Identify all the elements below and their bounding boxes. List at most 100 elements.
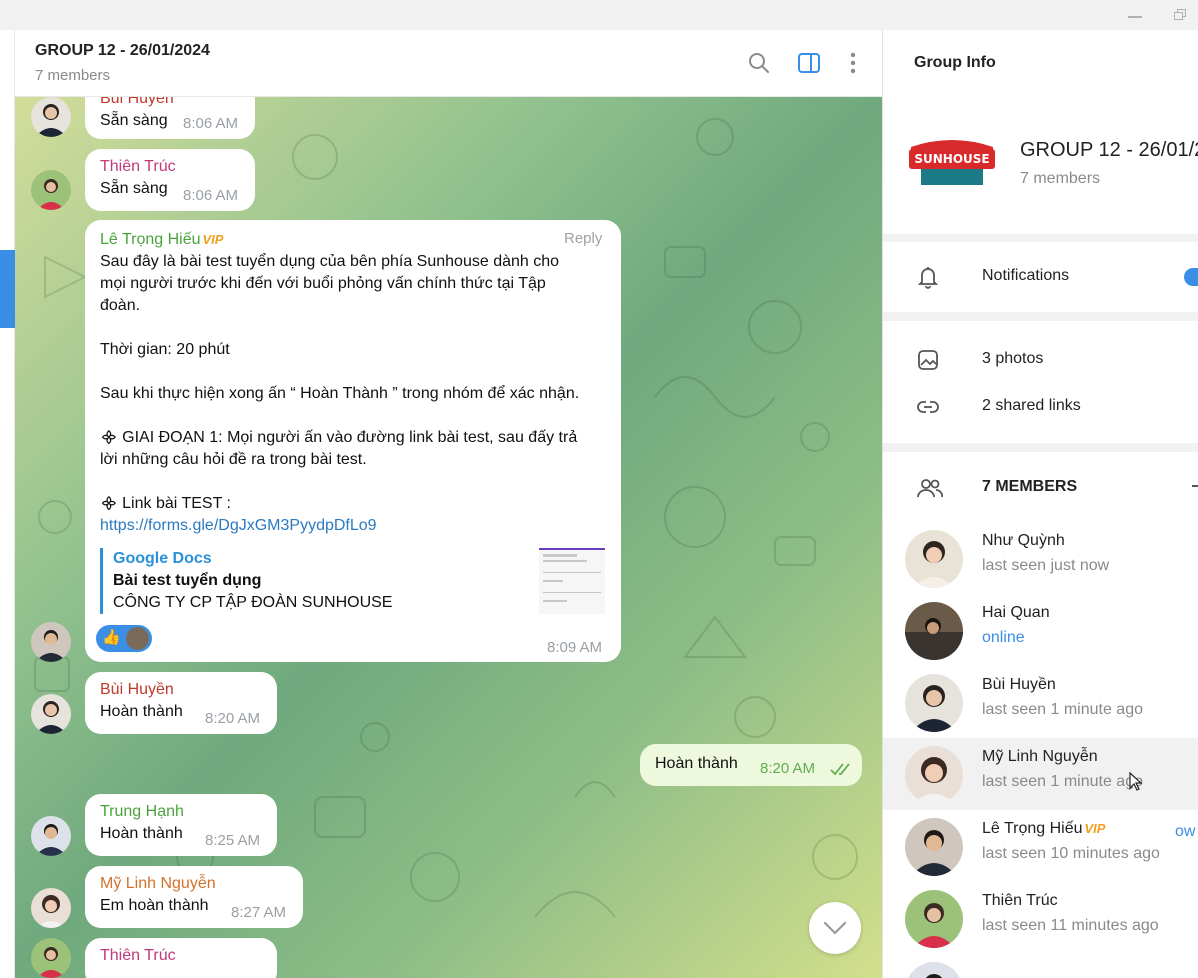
message-line: Thời gian: 20 phút [100, 341, 230, 358]
chat-header: GROUP 12 - 26/01/2024 7 members [15, 30, 882, 97]
window-title-bar [0, 0, 1198, 30]
message-sender[interactable]: Lê Trọng Hiếu VIP [100, 220, 606, 251]
preview-description: CÔNG TY CP TẬP ĐOÀN SUNHOUSE [113, 594, 393, 611]
message-line: Sau khi thực hiện xong ấn “ Hoàn Thành ”… [100, 385, 580, 402]
panel-title: Group Info [914, 54, 996, 71]
member-row[interactable]: Hai Quan online [883, 594, 1198, 666]
member-avatar [905, 530, 963, 588]
reply-button[interactable]: Reply [564, 230, 602, 247]
message-sender[interactable]: Thiên Trúc [100, 938, 262, 967]
message-time: 8:20 AM [760, 760, 816, 777]
message-bubble[interactable]: Lê Trọng Hiếu VIP Reply Sau đây là bài te… [85, 220, 621, 662]
thumbs-up-icon: 👍 [102, 629, 121, 646]
photos-link[interactable]: 3 photos [982, 350, 1043, 368]
member-row[interactable]: Lê Trọng Hiếu VIP last seen 10 minutes ag… [883, 810, 1198, 882]
member-avatar [905, 818, 963, 876]
member-name: Hai Quan [982, 604, 1050, 621]
message-sender[interactable]: Bùi Huyền [100, 672, 262, 701]
message-line [100, 471, 606, 493]
message-bubble[interactable]: Thiên Trúc Sẵn sàng 8:06 AM [85, 149, 255, 211]
member-status: last seen 1 minute ago [982, 773, 1143, 790]
form-link[interactable]: https://forms.gle/DgJxGM3PyydpDfLo9 [100, 515, 606, 537]
chat-member-count: 7 members [35, 67, 111, 84]
group-info-panel: Group Info SUNHOUSE GROUP 12 - 26/01/202… [882, 30, 1198, 978]
avatar[interactable] [31, 816, 71, 856]
chat-list-strip[interactable] [0, 30, 15, 978]
member-avatar [905, 674, 963, 732]
bell-icon [917, 267, 939, 289]
sidebar-toggle-icon[interactable] [796, 50, 822, 76]
message-sender[interactable]: Thiên Trúc [100, 149, 240, 178]
message-line: ᯽ Link bài TEST : [100, 495, 231, 512]
restore-icon[interactable] [1174, 9, 1186, 20]
member-name: Mỹ Linh Nguyễn [982, 748, 1098, 765]
notifications-label: Notifications [982, 267, 1070, 284]
message-time: 8:25 AM [205, 832, 261, 849]
members-section: 7 MEMBERS Như Quỳnh last seen just now H… [883, 452, 1198, 978]
message-time: 8:09 AM [547, 639, 603, 656]
vip-badge: VIP [1084, 821, 1106, 836]
shared-media-section: 3 photos 2 shared links [883, 321, 1198, 443]
members-header: 7 MEMBERS [982, 478, 1078, 495]
preview-title: Bài test tuyển dụng [113, 572, 262, 589]
member-status: last seen 10 minutes ago [982, 845, 1160, 862]
member-row[interactable]: Bùi Huyền last seen 1 minute ago [883, 666, 1198, 738]
notifications-row[interactable]: Notifications [883, 242, 1198, 312]
members-icon [917, 479, 943, 498]
more-options-icon[interactable] [840, 50, 866, 76]
reactions-badge[interactable]: 👍 [96, 625, 152, 652]
message-bubble[interactable]: Bùi Huyền Hoàn thành 8:20 AM [85, 672, 277, 734]
message-bubble[interactable]: Bùi Huyền Sẵn sàng 8:06 AM [85, 97, 255, 139]
member-status: online [982, 629, 1025, 646]
chat-title[interactable]: GROUP 12 - 26/01/2024 [35, 42, 210, 60]
group-name: GROUP 12 - 26/01/2024 [1020, 139, 1198, 161]
avatar[interactable] [31, 622, 71, 662]
member-name: Như Quỳnh [982, 532, 1065, 549]
message-bubble[interactable]: Thiên Trúc [85, 938, 277, 978]
shared-links-link[interactable]: 2 shared links [982, 397, 1081, 415]
add-member-icon[interactable] [1192, 485, 1198, 487]
avatar[interactable] [31, 938, 71, 978]
member-status: last seen 1 minute ago [982, 701, 1143, 718]
message-time: 8:06 AM [183, 187, 239, 204]
avatar[interactable] [31, 888, 71, 928]
outgoing-message-bubble[interactable]: Hoàn thành 8:20 AM [640, 744, 862, 786]
member-name: Lê Trọng Hiếu VIP [982, 820, 1105, 838]
member-status: last seen 11 minutes ago [982, 917, 1159, 934]
message-line: ᯽ GIAI ĐOẠN 1: Mọi người ấn vào đường li… [100, 429, 578, 446]
avatar[interactable] [31, 97, 71, 137]
message-bubble[interactable]: Mỹ Linh Nguyễn Em hoàn thành 8:27 AM [85, 866, 303, 928]
logo-text: SUNHOUSE [914, 152, 990, 166]
member-row[interactable]: Mỹ Linh Nguyễn last seen 1 minute ago [883, 738, 1198, 810]
scroll-down-button[interactable] [809, 902, 861, 954]
selected-chat-indicator [0, 250, 15, 328]
search-icon[interactable] [746, 50, 772, 76]
member-status: last seen just now [982, 557, 1110, 574]
message-list[interactable]: Bùi Huyền Sẵn sàng 8:06 AM Thiên Trúc Sẵ… [15, 97, 882, 978]
message-sender[interactable]: Mỹ Linh Nguyễn [100, 866, 288, 895]
notifications-toggle[interactable] [1184, 268, 1198, 286]
mouse-cursor-icon [1129, 772, 1143, 791]
avatar[interactable] [31, 170, 71, 210]
reactor-avatar [126, 627, 149, 650]
message-sender[interactable]: Trung Hạnh [100, 794, 262, 823]
member-avatar [905, 746, 963, 804]
sender-name[interactable]: Lê Trọng Hiếu [100, 231, 201, 248]
member-name: Thiên Trúc [982, 892, 1058, 909]
member-name: Bùi Huyền [982, 676, 1056, 693]
link-preview[interactable]: Google Docs Bài test tuyển dụng CÔNG TY … [100, 548, 605, 614]
preview-thumbnail[interactable] [539, 548, 605, 614]
message-time: 8:27 AM [231, 904, 287, 921]
preview-site: Google Docs [113, 550, 212, 567]
member-row[interactable]: Như Quỳnh last seen just now [883, 522, 1198, 594]
member-row[interactable] [883, 954, 1198, 978]
chevron-down-icon [823, 921, 847, 935]
member-row[interactable]: Thiên Trúc last seen 11 minutes ago [883, 882, 1198, 954]
message-bubble[interactable]: Trung Hạnh Hoàn thành 8:25 AM [85, 794, 277, 856]
link-icon [917, 401, 939, 413]
message-sender[interactable]: Bùi Huyền [100, 97, 240, 110]
avatar[interactable] [31, 694, 71, 734]
photo-icon [918, 350, 938, 370]
minimize-icon[interactable] [1128, 16, 1142, 18]
member-avatar [905, 890, 963, 948]
